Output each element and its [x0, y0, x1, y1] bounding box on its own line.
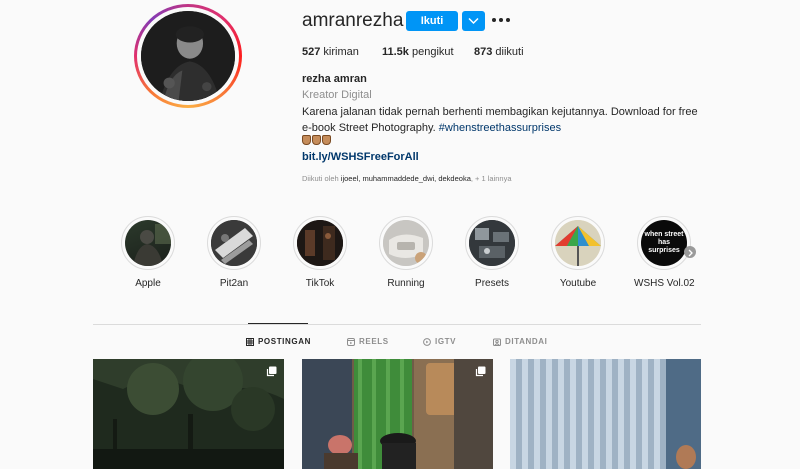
highlight-wshs-cover: when street has surprises [644, 231, 684, 254]
profile-bio: Karena jalanan tidak pernah berhenti mem… [302, 104, 702, 136]
pointing-down-emoji-icon [322, 135, 331, 145]
grid-icon [246, 337, 254, 346]
more-dots-icon [492, 18, 496, 22]
following-label: diikuti [495, 46, 524, 58]
post-thumbnail[interactable] [510, 359, 701, 469]
tab-label: IGTV [435, 337, 457, 346]
highlight-youtube-cover [555, 220, 601, 266]
highlight-apple-cover [133, 224, 171, 266]
highlight-running[interactable]: Running [376, 216, 436, 289]
bio-hashtag-link[interactable]: #whenstreethassurprises [439, 122, 561, 134]
bio-emojis [302, 135, 332, 148]
followers-stat[interactable]: 11.5k pengikut [382, 46, 454, 58]
highlight-presets-cover [469, 220, 515, 266]
highlight-pit2an-cover [211, 220, 257, 266]
post-thumbnail[interactable] [93, 359, 284, 469]
profile-category: Kreator Digital [302, 89, 372, 101]
highlight-label: Youtube [559, 278, 597, 289]
chevron-down-icon [468, 17, 479, 25]
highlight-tiktok[interactable]: TikTok [290, 216, 350, 289]
highlight-label: TikTok [305, 278, 335, 289]
tab-label: POSTINGAN [258, 337, 311, 346]
highlight-pit2an[interactable]: Pit2an [204, 216, 264, 289]
tab-label: REELS [359, 337, 389, 346]
tab-igtv[interactable]: IGTV [423, 337, 456, 346]
tabs-divider [93, 324, 701, 325]
suggested-accounts-button[interactable] [462, 11, 485, 31]
following-stat[interactable]: 873 diikuti [474, 46, 524, 58]
pointing-down-emoji-icon [302, 135, 311, 145]
pointing-down-emoji-icon [312, 135, 321, 145]
igtv-icon [423, 337, 431, 346]
active-tab-indicator [248, 323, 308, 324]
highlight-label: Apple [135, 278, 161, 289]
tab-reels[interactable]: REELS [347, 337, 389, 346]
reels-icon [347, 337, 355, 346]
chevron-right-icon [688, 249, 693, 257]
highlight-tiktok-cover [297, 220, 343, 266]
highlight-apple[interactable]: Apple [118, 216, 178, 289]
tab-label: DITANDAI [505, 337, 548, 346]
following-count: 873 [474, 46, 493, 58]
profile-website-link[interactable]: bit.ly/WSHSFreeForAll [302, 151, 419, 163]
highlight-presets[interactable]: Presets [462, 216, 522, 289]
tab-tagged[interactable]: DITANDAI [493, 337, 547, 346]
profile-avatar-ring[interactable] [134, 4, 242, 108]
followed-by-users: ijoeel, muhammaddede_dwi, dekdeoka [340, 174, 471, 183]
highlights-next-button[interactable] [684, 246, 696, 258]
more-options-button[interactable] [492, 13, 510, 27]
followers-count: 11.5k [382, 46, 409, 58]
posts-count: 527 [302, 46, 321, 58]
highlight-label: Pit2an [219, 278, 249, 289]
post-thumbnail[interactable] [302, 359, 493, 469]
multiple-photos-icon [266, 366, 277, 377]
avatar-photo [141, 11, 235, 101]
highlight-running-cover [383, 220, 429, 266]
highlight-label: WSHS Vol.02 [634, 278, 695, 289]
post-image [510, 359, 701, 469]
multiple-photos-icon [475, 366, 486, 377]
avatar [141, 11, 235, 101]
followers-label: pengikut [411, 46, 454, 58]
tab-posts[interactable]: POSTINGAN [246, 337, 311, 346]
posts-label: kiriman [323, 46, 359, 58]
post-image [302, 359, 493, 469]
post-image [93, 359, 284, 469]
tagged-icon [493, 338, 501, 346]
posts-stat: 527 kiriman [302, 46, 359, 58]
highlight-label: Presets [475, 278, 509, 289]
followed-by-text[interactable]: Diikuti oleh ijoeel, muhammaddede_dwi, d… [302, 174, 512, 183]
follow-button[interactable]: Ikuti [406, 11, 458, 31]
highlight-label: Running [387, 278, 425, 289]
profile-full-name: rezha amran [302, 73, 367, 85]
highlight-youtube[interactable]: Youtube [548, 216, 608, 289]
profile-page: amranrezha Ikuti 527 kiriman 11.5k pengi… [0, 0, 800, 469]
profile-username: amranrezha [302, 10, 404, 31]
